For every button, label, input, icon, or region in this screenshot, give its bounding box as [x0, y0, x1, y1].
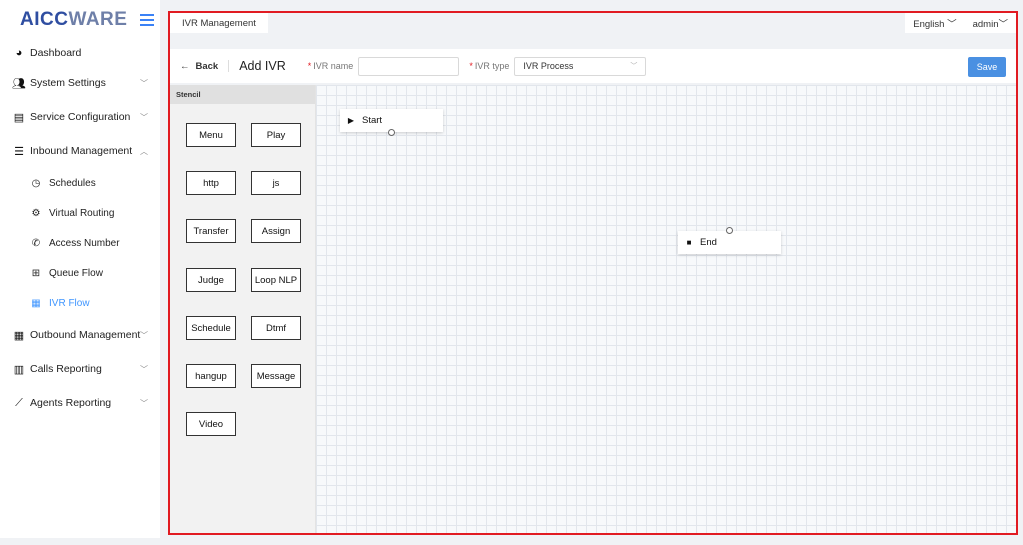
gear-icon: ⚙	[31, 207, 41, 219]
menu-collapse-icon[interactable]	[140, 14, 154, 26]
divider	[228, 60, 230, 72]
stencil-video[interactable]: Video	[186, 412, 236, 436]
ivr-name-input[interactable]	[358, 56, 460, 76]
stencil-js[interactable]: js	[251, 171, 301, 195]
back-label: Back	[195, 60, 219, 72]
top-right-menu: English ﹀ admin﹀	[905, 13, 1016, 33]
sidebar-subitem-schedules[interactable]: ◷ Schedules	[0, 168, 160, 198]
main-content: IVR Management English ﹀ admin﹀ ← Back A…	[168, 11, 1018, 535]
sidebar-item-system-settings[interactable]: 👥︎ System Settings ﹀	[0, 66, 160, 100]
sidebar-item-label: Outbound Management	[30, 329, 141, 341]
sidebar-subitem-label: Virtual Routing	[49, 207, 115, 219]
ivr-type-value: IVR Process	[523, 61, 574, 71]
line-chart-icon: ⟋	[15, 396, 23, 409]
logo-part-ware: WARE	[68, 9, 128, 30]
phone-icon: ✆	[31, 237, 41, 249]
stop-icon: ■	[686, 238, 692, 247]
stencil-play[interactable]: Play	[251, 123, 301, 147]
chevron-down-icon: ﹀	[947, 19, 957, 30]
stencil-assign[interactable]: Assign	[251, 219, 301, 243]
list-icon: ☰	[14, 145, 24, 158]
page-title: Add IVR	[239, 59, 286, 73]
sidebar-item-label: Calls Reporting	[30, 363, 102, 375]
stencil-schedule[interactable]: Schedule	[186, 316, 236, 340]
stencil-http[interactable]: http	[186, 171, 236, 195]
stencil-loop-nlp[interactable]: Loop NLP	[251, 268, 301, 292]
user-label: admin	[972, 19, 999, 30]
sidebar-item-outbound-management[interactable]: ▦ Outbound Management ﹀	[0, 318, 160, 352]
sidebar-item-label: Inbound Management	[30, 145, 133, 157]
sidebar: AICCWARE ◕ Dashboard 👥︎ System Settings …	[0, 0, 160, 538]
sidebar-subitem-queue-flow[interactable]: ⊞ Queue Flow	[0, 258, 160, 288]
sidebar-item-service-configuration[interactable]: ▤ Service Configuration ﹀	[0, 100, 160, 134]
chevron-down-icon: ﹀	[140, 330, 148, 340]
chevron-down-icon: ﹀	[140, 78, 148, 88]
language-label: English	[913, 19, 945, 30]
sidebar-subitem-virtual-routing[interactable]: ⚙ Virtual Routing	[0, 198, 160, 228]
sidebar-subitem-label: Queue Flow	[49, 267, 103, 279]
play-icon: ▶	[347, 116, 355, 125]
users-icon: 👥︎	[12, 77, 26, 90]
sidebar-nav: ◕ Dashboard 👥︎ System Settings ﹀ ▤ Servi…	[0, 40, 160, 420]
stencil-menu[interactable]: Menu	[186, 123, 236, 147]
stencil-hangup[interactable]: hangup	[186, 364, 236, 388]
tab-bar: IVR Management English ﹀ admin﹀	[170, 13, 1016, 37]
clock-icon: ◷	[31, 177, 41, 189]
logo-part-aicc: AICC	[20, 9, 69, 30]
bar-chart-icon: ▥	[13, 363, 25, 376]
sidebar-subitem-ivr-flow[interactable]: ▦ IVR Flow	[0, 288, 160, 318]
stencil-judge[interactable]: Judge	[186, 268, 236, 292]
user-menu[interactable]: admin﹀	[973, 16, 1008, 30]
dashboard-icon: ◕	[15, 47, 23, 59]
node-label: Start	[362, 115, 383, 126]
tab-ivr-management[interactable]: IVR Management	[170, 13, 268, 33]
node-end[interactable]: ■ End	[678, 227, 781, 254]
language-select[interactable]: English ﹀	[913, 16, 956, 30]
stencil-transfer[interactable]: Transfer	[186, 219, 236, 243]
queue-icon: ⊞	[31, 267, 41, 279]
chevron-down-icon: ﹀	[140, 398, 148, 408]
input-port[interactable]	[726, 227, 733, 234]
chevron-down-icon: ﹀	[140, 364, 148, 374]
chevron-down-icon: ﹀	[998, 19, 1008, 30]
save-button[interactable]: Save	[968, 57, 1006, 77]
sidebar-subitem-label: IVR Flow	[49, 297, 90, 309]
flow-canvas[interactable]: ▶ Start ■ End	[316, 85, 1016, 533]
stencil-dtmf[interactable]: Dtmf	[251, 316, 301, 340]
node-start[interactable]: ▶ Start	[340, 109, 443, 136]
sidebar-item-label: Service Configuration	[30, 111, 131, 123]
back-button[interactable]: ← Back	[180, 61, 218, 72]
ivr-type-select[interactable]: IVR Process ﹀	[514, 56, 647, 76]
node-label: End	[700, 237, 717, 248]
sidebar-item-dashboard[interactable]: ◕ Dashboard	[0, 40, 160, 66]
sidebar-subitem-access-number[interactable]: ✆ Access Number	[0, 228, 160, 258]
ivr-name-label-text: IVR name	[313, 61, 354, 71]
sidebar-item-label: System Settings	[30, 77, 106, 89]
film-icon: ▦	[31, 297, 41, 309]
app-logo[interactable]: AICCWARE	[20, 9, 127, 31]
chevron-down-icon: ﹀	[630, 63, 638, 70]
ivr-type-label: * IVR type	[469, 61, 510, 71]
stencil-header: Stencil	[170, 85, 315, 104]
sidebar-item-label: Dashboard	[30, 47, 82, 59]
id-card-icon: ▤	[13, 111, 25, 124]
stencil-message[interactable]: Message	[251, 364, 301, 388]
sidebar-subitem-label: Schedules	[49, 177, 96, 189]
sidebar-item-inbound-management[interactable]: ☰ Inbound Management ︿	[0, 134, 160, 168]
ivr-name-label: * IVR name	[307, 61, 354, 71]
output-port[interactable]	[388, 129, 395, 136]
ivr-type-label-text: IVR type	[474, 61, 510, 71]
sidebar-item-calls-reporting[interactable]: ▥ Calls Reporting ﹀	[0, 352, 160, 386]
sidebar-item-label: Agents Reporting	[30, 397, 112, 409]
ivr-toolbar: ← Back Add IVR * IVR name * IVR type IVR P…	[170, 49, 1016, 83]
table-icon: ▦	[13, 329, 25, 342]
sidebar-item-agents-reporting[interactable]: ⟋ Agents Reporting ﹀	[0, 386, 160, 420]
chevron-up-icon: ︿	[140, 146, 148, 156]
chevron-down-icon: ﹀	[140, 112, 148, 122]
sidebar-subitem-label: Access Number	[49, 237, 120, 249]
logo-row: AICCWARE	[0, 0, 160, 40]
stencil-panel: Stencil Menu Play http js Transfer Assig…	[170, 85, 316, 533]
arrow-left-icon: ←	[180, 60, 190, 72]
